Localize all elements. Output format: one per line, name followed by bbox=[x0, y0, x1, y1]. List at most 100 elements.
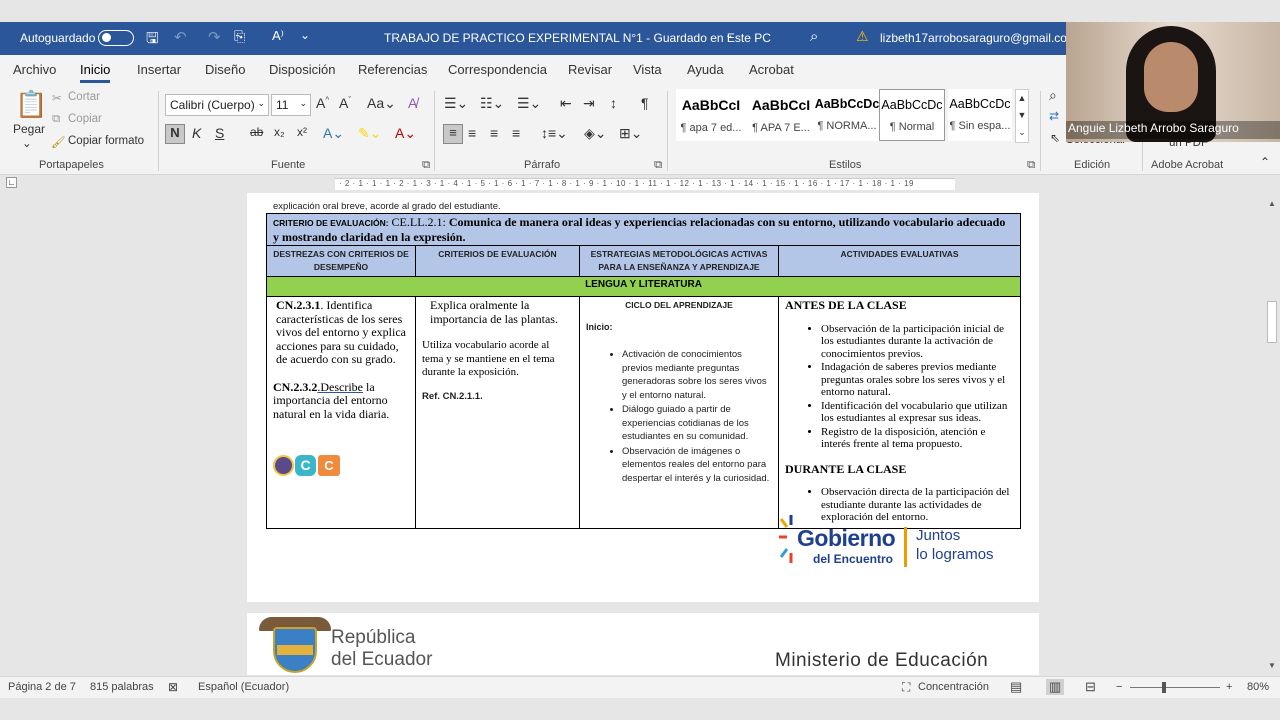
align-left-icon[interactable]: ≡ bbox=[443, 124, 463, 144]
zoom-in-icon[interactable]: + bbox=[1226, 681, 1232, 693]
print-layout-icon[interactable]: ▥ bbox=[1046, 679, 1065, 695]
resource-icon-2[interactable]: C bbox=[295, 455, 316, 476]
scroll-thumb[interactable] bbox=[1267, 301, 1277, 343]
clear-formatting-icon[interactable]: A̸ bbox=[408, 95, 417, 111]
zoom-slider-thumb[interactable] bbox=[1162, 682, 1166, 693]
line-spacing-icon[interactable]: ↕≡⌄ bbox=[541, 125, 568, 142]
shading-icon[interactable]: ◈⌄ bbox=[584, 125, 607, 142]
web-layout-icon[interactable]: ⊟ bbox=[1085, 679, 1096, 695]
zoom-out-icon[interactable]: − bbox=[1116, 681, 1122, 693]
undo-icon[interactable]: ↶ bbox=[174, 28, 187, 46]
redo-icon[interactable]: ↷ bbox=[208, 28, 221, 46]
language[interactable]: Español (Ecuador) bbox=[198, 681, 289, 693]
style-norma[interactable]: AaBbCcDc ¶ NORMA... bbox=[812, 89, 882, 141]
underline-button[interactable]: S bbox=[215, 125, 224, 141]
read-aloud-icon[interactable]: A⁾ bbox=[272, 28, 284, 44]
cell-actividades[interactable]: ANTES DE LA CLASE Observación de la part… bbox=[777, 296, 1022, 529]
cell-criterios[interactable]: Explica oralmente la importancia de las … bbox=[415, 296, 580, 529]
zoom-slider-track[interactable] bbox=[1130, 687, 1220, 688]
collapse-ribbon-icon[interactable]: ⌃ bbox=[1260, 155, 1270, 169]
styles-scroll[interactable]: ▲ ▼ ⌄ bbox=[1015, 89, 1029, 143]
find-icon[interactable]: ⌕ bbox=[1049, 87, 1057, 104]
sort-icon[interactable]: ↕ bbox=[610, 95, 617, 111]
decrease-indent-icon[interactable]: ⇤ bbox=[560, 95, 572, 112]
resource-icon-3[interactable]: C bbox=[318, 455, 340, 476]
paste-icon[interactable]: 📋 bbox=[15, 89, 47, 120]
read-mode-icon[interactable]: ▤ bbox=[1010, 679, 1022, 695]
shrink-font-icon[interactable]: Aˇ bbox=[339, 95, 351, 111]
tab-ayuda[interactable]: Ayuda bbox=[687, 62, 724, 77]
bold-button[interactable]: N bbox=[165, 124, 185, 144]
borders-icon[interactable]: ⊞⌄ bbox=[619, 125, 642, 142]
tab-selector-icon[interactable]: ∟ bbox=[6, 177, 17, 188]
cell-destrezas[interactable]: CN.2.3.1. Identifica características de … bbox=[266, 296, 416, 529]
tab-insertar[interactable]: Insertar bbox=[137, 62, 181, 77]
highlight-icon[interactable]: ✎⌄ bbox=[358, 125, 381, 142]
justify-icon[interactable]: ≡ bbox=[512, 125, 520, 141]
change-case-icon[interactable]: Aa⌄ bbox=[367, 95, 396, 112]
style-apa7-ed[interactable]: AaBbCcI ¶ apa 7 ed... bbox=[676, 89, 746, 141]
styles-dialog-launcher-icon[interactable]: ⧉ bbox=[1027, 159, 1035, 172]
bullets-icon[interactable]: ☰⌄ bbox=[444, 95, 468, 112]
copy-icon[interactable]: ⧉ bbox=[52, 113, 60, 126]
cut-button[interactable]: Cortar bbox=[68, 91, 100, 103]
tab-diseno[interactable]: Diseño bbox=[205, 62, 245, 77]
paste-button[interactable]: Pegar bbox=[13, 122, 45, 136]
format-painter-button[interactable]: Copiar formato bbox=[68, 135, 144, 147]
quick-access-icon[interactable]: ⎘ bbox=[234, 28, 245, 45]
proofing-icon[interactable]: ⊠ bbox=[168, 680, 178, 694]
autosave-toggle[interactable] bbox=[98, 30, 134, 46]
vertical-scrollbar[interactable]: ▲ ▼ bbox=[1265, 193, 1280, 676]
grow-font-icon[interactable]: A^ bbox=[316, 95, 329, 111]
tab-acrobat[interactable]: Acrobat bbox=[749, 62, 794, 77]
strikethrough-icon[interactable]: ab bbox=[250, 125, 263, 139]
page-count[interactable]: Página 2 de 7 bbox=[8, 681, 76, 693]
tab-referencias[interactable]: Referencias bbox=[358, 62, 427, 77]
select-icon[interactable]: ⇖ bbox=[1050, 131, 1060, 145]
text-effects-icon[interactable]: A⌄ bbox=[323, 125, 344, 142]
align-center-icon[interactable]: ≡ bbox=[468, 125, 476, 141]
scroll-down-icon[interactable]: ▼ bbox=[1268, 661, 1276, 670]
scroll-up-icon[interactable]: ▲ bbox=[1268, 199, 1276, 208]
zoom-level[interactable]: 80% bbox=[1247, 681, 1269, 693]
focus-icon[interactable]: ⛶ bbox=[902, 680, 910, 695]
align-right-icon[interactable]: ≡ bbox=[490, 125, 498, 141]
tab-revisar[interactable]: Revisar bbox=[568, 62, 612, 77]
save-icon[interactable]: 🖫 bbox=[146, 28, 159, 53]
copy-button[interactable]: Copiar bbox=[68, 113, 102, 125]
title-chevron-icon[interactable]: ⌄ bbox=[725, 30, 733, 41]
account-email[interactable]: lizbeth17arrobosaraguro@gmail.com bbox=[880, 31, 1077, 45]
document-page[interactable]: explicación oral breve, acorde al grado … bbox=[247, 193, 1039, 602]
font-name-select[interactable]: Calibri (Cuerpo) ⌄ bbox=[165, 94, 269, 116]
font-dialog-launcher-icon[interactable]: ⧉ bbox=[422, 159, 430, 172]
italic-button[interactable]: K bbox=[192, 125, 201, 141]
increase-indent-icon[interactable]: ⇥ bbox=[583, 95, 595, 112]
resource-icon-1[interactable] bbox=[273, 455, 294, 476]
warning-icon[interactable]: ⚠ bbox=[856, 28, 869, 45]
subscript-icon[interactable]: x₂ bbox=[274, 125, 285, 139]
cut-icon[interactable]: ✂ bbox=[52, 91, 62, 105]
focus-mode[interactable]: Concentración bbox=[918, 681, 989, 693]
style-apa7-e[interactable]: AaBbCcI ¶ APA 7 E... bbox=[746, 89, 816, 141]
tab-archivo[interactable]: Archivo bbox=[13, 62, 56, 77]
font-size-select[interactable]: 11 ⌄ bbox=[271, 94, 311, 116]
replace-icon[interactable]: ⇄ bbox=[1049, 109, 1059, 123]
show-marks-icon[interactable]: ¶ bbox=[641, 95, 649, 111]
tab-inicio[interactable]: Inicio bbox=[80, 62, 111, 83]
superscript-icon[interactable]: x² bbox=[297, 125, 307, 139]
paragraph-dialog-launcher-icon[interactable]: ⧉ bbox=[654, 159, 662, 172]
destreza-link-2[interactable]: .Describe bbox=[317, 380, 363, 394]
document-page-2[interactable]: República del Ecuador Ministerio de Educ… bbox=[247, 613, 1039, 675]
tab-correspondencia[interactable]: Correspondencia bbox=[448, 62, 547, 77]
tab-vista[interactable]: Vista bbox=[633, 62, 662, 77]
ruler-scale[interactable]: · 2 · 1 · 1 · 1 · 2 · 1 · 3 · 1 · 4 · 1 … bbox=[335, 178, 955, 190]
numbering-icon[interactable]: ☷⌄ bbox=[480, 95, 504, 112]
tab-disposicion[interactable]: Disposición bbox=[269, 62, 335, 77]
multilevel-list-icon[interactable]: ☰⌄ bbox=[517, 95, 541, 112]
style-sin-espaciado[interactable]: AaBbCcDc ¶ Sin espa... bbox=[948, 89, 1012, 141]
search-icon[interactable]: ⌕ bbox=[810, 28, 818, 45]
style-normal[interactable]: AaBbCcDc ¶ Normal bbox=[879, 89, 945, 141]
cell-estrategias[interactable]: CICLO DEL APRENDIZAJE Inicio: Activación… bbox=[579, 296, 779, 529]
customize-toolbar-icon[interactable]: ⌄ bbox=[300, 28, 310, 42]
font-color-icon[interactable]: A⌄ bbox=[395, 125, 416, 142]
